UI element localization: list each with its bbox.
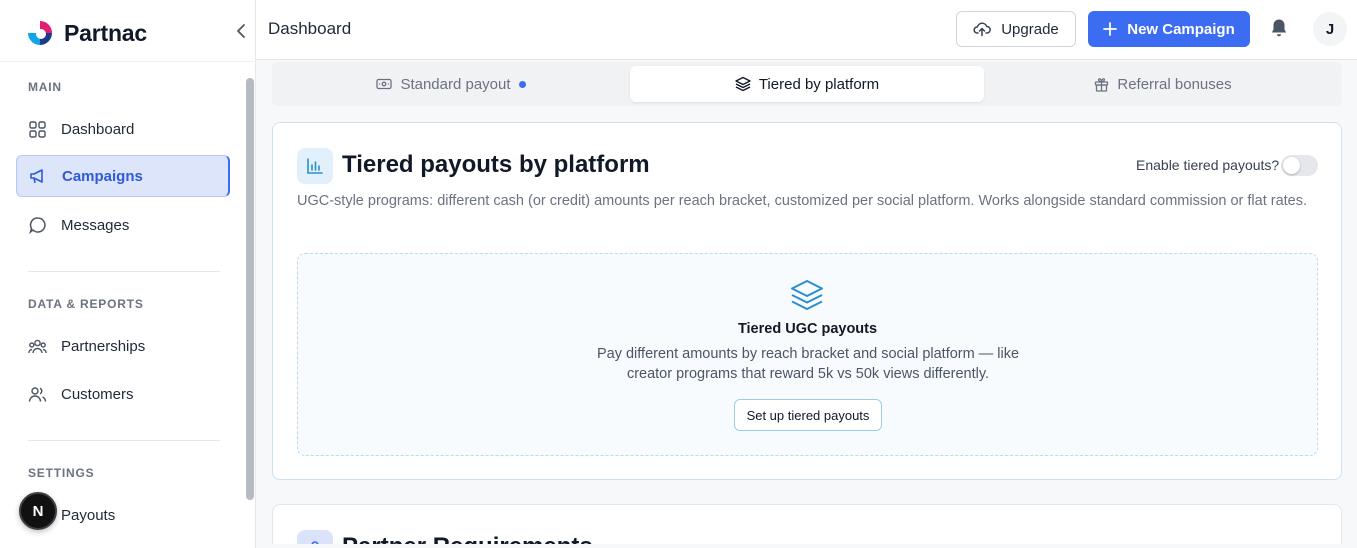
partnac-logo-icon: [28, 21, 52, 45]
sidebar-item-partnerships[interactable]: Partnerships: [16, 325, 230, 367]
page-title: Dashboard: [268, 19, 352, 38]
tab-referral-bonuses[interactable]: Referral bonuses: [988, 66, 1338, 102]
tab-label: Standard payout: [400, 75, 511, 93]
new-campaign-label: New Campaign: [1127, 20, 1235, 38]
collapse-sidebar-button[interactable]: [232, 21, 250, 41]
unsaved-indicator-dot: [518, 80, 526, 88]
set-up-tiered-payouts-button[interactable]: Set up tiered payouts: [734, 399, 882, 431]
empty-state: Tiered UGC payouts Pay different amounts…: [297, 253, 1318, 456]
cloud-upload-icon: [973, 22, 992, 37]
megaphone-icon: [29, 167, 48, 186]
brand[interactable]: Partnac: [26, 16, 147, 50]
tab-label: Tiered by platform: [758, 75, 880, 93]
sidebar-separator: [28, 440, 220, 441]
users-group-icon: [28, 337, 47, 356]
user-avatar[interactable]: J: [1313, 12, 1347, 46]
sidebar-item-label: Campaigns: [62, 167, 143, 185]
sidebar-item-dashboard[interactable]: Dashboard: [16, 108, 230, 150]
new-campaign-button[interactable]: New Campaign: [1088, 11, 1250, 47]
bar-chart-icon: [297, 148, 333, 184]
sidebar-item-label: Dashboard: [61, 120, 135, 138]
sidebar-item-label: Partnerships: [61, 337, 146, 355]
upgrade-button[interactable]: Upgrade: [956, 11, 1076, 47]
floating-n-badge[interactable]: N: [19, 492, 57, 530]
empty-state-title: Tiered UGC payouts: [737, 321, 878, 337]
sidebar-scrollbar[interactable]: [246, 78, 254, 500]
viewport-bottom-edge: [256, 544, 1357, 548]
brand-name: Partnac: [64, 19, 147, 46]
upgrade-label: Upgrade: [1001, 20, 1059, 38]
card-description: UGC-style programs: different cash (or c…: [297, 193, 1308, 209]
banknote-icon: [376, 78, 393, 90]
gift-icon: [1095, 77, 1109, 92]
notifications-bell-icon[interactable]: [1270, 18, 1290, 40]
grid-icon: [28, 120, 47, 139]
sidebar-item-label: Customers: [61, 385, 134, 403]
sidebar: Partnac MAIN Dashboard Campaigns Message…: [0, 0, 256, 548]
layers-icon: [735, 76, 751, 92]
tiered-payouts-card: Tiered payouts by platform Enable tiered…: [272, 122, 1342, 480]
chat-bubble-icon: [28, 216, 47, 235]
enable-tiered-payouts-toggle[interactable]: [1281, 155, 1318, 176]
section-label-main: MAIN: [28, 80, 62, 94]
sidebar-item-label: Payouts: [61, 506, 116, 524]
sidebar-item-campaigns[interactable]: Campaigns: [16, 155, 230, 197]
layers-icon: [791, 280, 823, 310]
toggle-label: Enable tiered payouts?: [1136, 157, 1280, 173]
top-header: Dashboard Upgrade New Campaign J: [256, 0, 1357, 60]
sidebar-item-messages[interactable]: Messages: [16, 204, 230, 246]
tab-tiered-by-platform[interactable]: Tiered by platform: [630, 66, 984, 102]
partner-requirements-card: Partner Requirements: [272, 504, 1342, 548]
section-label-settings: SETTINGS: [28, 466, 95, 480]
plus-icon: [1103, 22, 1118, 36]
section-label-data-reports: DATA & REPORTS: [28, 297, 144, 311]
card-title: Tiered payouts by platform: [342, 151, 650, 178]
sidebar-item-label: Messages: [61, 216, 130, 234]
tab-label: Referral bonuses: [1117, 75, 1232, 93]
tab-standard-payout[interactable]: Standard payout: [276, 66, 626, 102]
sidebar-divider: [0, 61, 256, 62]
chevron-left-icon: [237, 24, 245, 38]
users-icon: [28, 385, 47, 404]
payout-tabs: Standard payout Tiered by platform Refer…: [272, 62, 1342, 106]
sidebar-separator: [28, 271, 220, 272]
empty-state-description: Pay different amounts by reach bracket a…: [596, 346, 1020, 382]
sidebar-item-customers[interactable]: Customers: [16, 373, 230, 415]
